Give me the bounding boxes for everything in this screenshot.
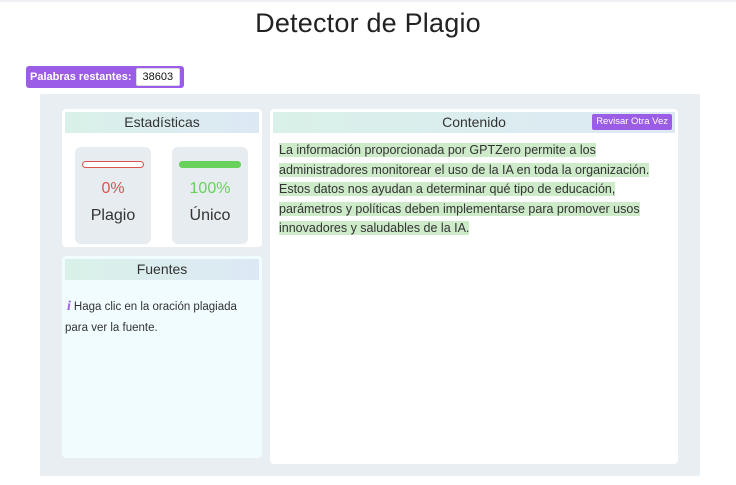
plagio-bar	[82, 161, 144, 168]
unico-bar-fill	[179, 161, 241, 168]
content-text: La información proporcionada por GPTZero…	[279, 141, 669, 239]
stats-header: Estadísticas	[65, 112, 259, 133]
plagio-label: Plagio	[90, 207, 136, 224]
unico-stat: 100% Único	[172, 147, 248, 244]
results-panel: Estadísticas 0% Plagio 100% Único Fuente…	[40, 94, 700, 476]
recheck-button[interactable]: Revisar Otra Vez	[592, 114, 672, 130]
info-icon: i	[67, 299, 71, 314]
words-remaining-count: 38603	[135, 68, 181, 86]
page-title: Detector de Plagio	[255, 8, 481, 38]
sources-hint: i Haga clic en la oración plagiada para v…	[65, 296, 255, 339]
top-divider	[0, 0, 736, 2]
unico-label: Único	[189, 207, 231, 224]
content-header-title: Contenido	[442, 114, 506, 130]
unico-percent: 100%	[189, 180, 231, 197]
sources-header: Fuentes	[65, 259, 259, 280]
words-remaining-badge: Palabras restantes: 38603	[26, 66, 185, 88]
words-remaining-label: Palabras restantes:	[30, 71, 132, 83]
sources-hint-text: Haga clic en la oración plagiada para ve…	[65, 301, 237, 334]
stats-card: Estadísticas 0% Plagio 100% Único	[62, 109, 262, 247]
unico-bar	[179, 161, 241, 168]
plagio-percent: 0%	[101, 180, 125, 197]
sources-card: Fuentes i Haga clic en la oración plagiad…	[62, 256, 262, 458]
content-card: Contenido Revisar Otra Vez La informació…	[270, 109, 678, 464]
content-sentence[interactable]: La información proporcionada por GPTZero…	[279, 143, 650, 235]
plagio-stat: 0% Plagio	[75, 147, 151, 244]
